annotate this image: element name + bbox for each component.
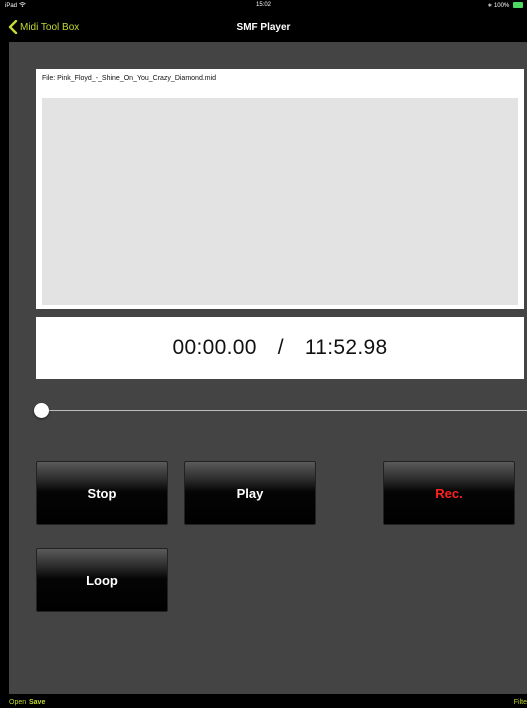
stop-button[interactable]: Stop [36,461,168,525]
battery-percent: 100% [493,3,510,9]
file-name-label: File: Pink_Floyd_-_Shine_On_You_Crazy_Di… [42,75,217,82]
navigation-bar: Midi Tool Box SMF Player [0,12,527,42]
battery-status: ∗ 100% [487,2,523,9]
file-card: File: Pink_Floyd_-_Shine_On_You_Crazy_Di… [36,69,524,309]
loop-button-label: Loop [86,572,118,588]
open-button[interactable]: Open [9,699,26,706]
file-content-area [42,98,518,305]
record-button-label: Rec. [435,485,463,501]
save-button[interactable]: Save [29,699,45,706]
battery-icon [513,2,523,9]
current-position: 00:00.00 [172,336,257,359]
page-title: SMF Player [236,22,291,33]
status-bar: iPad 15:02 ∗ 100% [0,0,527,12]
bottom-toolbar: Open Save Filte [0,694,527,708]
filter-button[interactable]: Filte [514,699,527,706]
position-slider-thumb[interactable] [34,403,49,418]
bluetooth-icon: ∗ [487,3,493,9]
play-button[interactable]: Play [184,461,316,525]
loop-button[interactable]: Loop [36,548,168,612]
stop-button-label: Stop [87,485,117,501]
position-slider-track[interactable] [41,410,527,411]
record-button[interactable]: Rec. [383,461,515,525]
clock: 15:02 [255,2,271,8]
total-duration: 11:52.98 [304,336,388,359]
player-panel: File: Pink_Floyd_-_Shine_On_You_Crazy_Di… [9,42,527,694]
time-separator: / [277,336,284,359]
time-display: 00:00.00 / 11:52.98 [36,317,524,379]
play-button-label: Play [236,485,264,501]
